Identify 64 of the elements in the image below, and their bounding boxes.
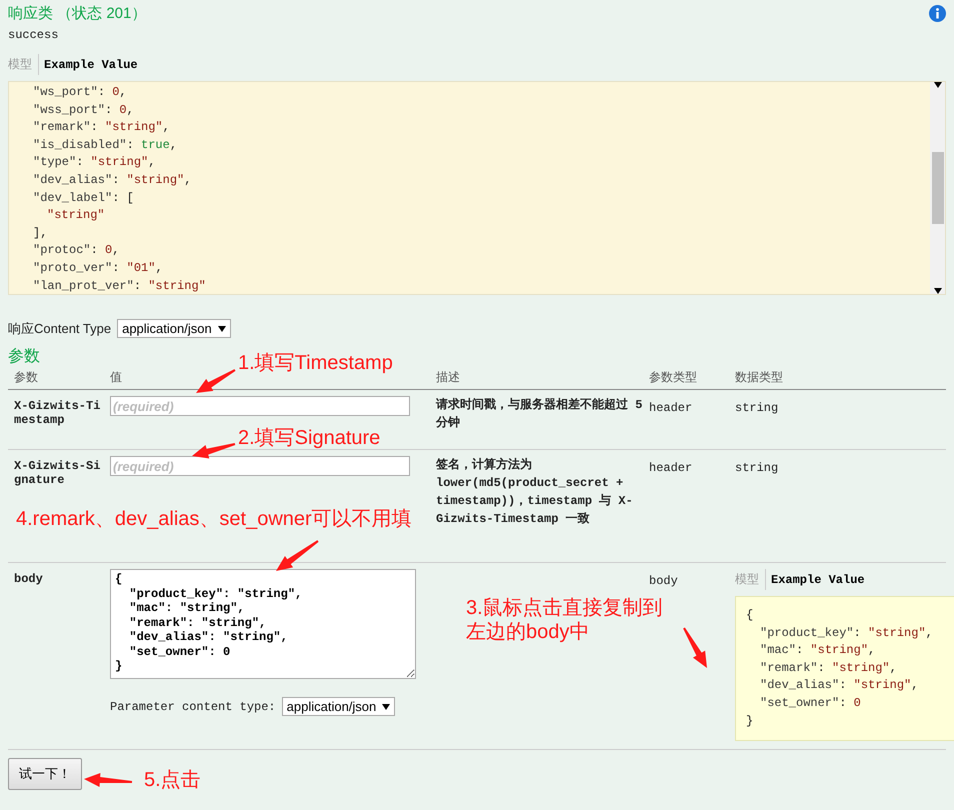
- example-value-box[interactable]: { "product_key": "string", "mac": "string", "remark": "string", "dev_alias": "string", "set_owner": 0 }: [735, 596, 954, 742]
- code-line: "dev_alias": "string",: [759, 677, 920, 694]
- parameter-type: body: [649, 573, 679, 590]
- model-tab[interactable]: Example Value: [771, 570, 871, 588]
- caret-icon: [382, 704, 390, 710]
- callout-arrow: [196, 369, 236, 393]
- code-line: "protoc": 0,: [32, 242, 120, 260]
- code-line: "remark": "string",: [32, 119, 171, 136]
- parameter-content-type-select[interactable]: application/json: [282, 697, 396, 716]
- annotation-text: 2.填写Signature: [238, 426, 380, 450]
- code-line: "mac": "string",: [759, 642, 876, 660]
- column-header: 参数: [14, 369, 38, 386]
- code-line: "wss_port": 0,: [32, 102, 135, 119]
- caret-icon: [218, 326, 226, 332]
- column-header: 值: [110, 369, 122, 386]
- parameter-name: X-Gizwits-Timestamp: [14, 398, 102, 427]
- model-tab[interactable]: Example Value: [44, 56, 144, 74]
- body-textarea[interactable]: { "product_key": "string", "mac": "string", "remark": "string", "dev_alias": "string", "set_owner": 0 }: [110, 569, 416, 679]
- callout-arrow: [683, 628, 707, 668]
- try-button[interactable]: 试一下！: [8, 758, 82, 790]
- parameter-content-type-label: Parameter content type:: [110, 700, 276, 714]
- parameter-name: body: [14, 571, 44, 586]
- code-line: "proto_ver": "01",: [32, 260, 164, 277]
- column-header: 描述: [436, 369, 460, 386]
- data-type: string: [735, 460, 780, 477]
- annotation-text: 3.鼠标点击直接复制到左边的body中: [466, 596, 664, 644]
- code-line: "remark": "string",: [759, 660, 898, 677]
- code-line: "dev_alias": "string",: [32, 172, 192, 189]
- annotation-text: 5.点击: [144, 768, 201, 792]
- parameter-description: 请求时间戳，与服务器相差不能超过 5 分钟: [436, 396, 643, 432]
- callout-arrow: [84, 773, 132, 787]
- column-header: 参数类型: [649, 369, 697, 386]
- caret-icon: [934, 288, 942, 294]
- parameter-input[interactable]: (required): [110, 396, 410, 416]
- parameters-title: 参数: [8, 346, 40, 367]
- annotation-text: 4.remark、dev_alias、set_owner可以不用填: [16, 507, 412, 531]
- column-header: 数据类型: [735, 369, 783, 386]
- response-title: 响应类 （状态 201）: [8, 4, 146, 22]
- data-type: string: [735, 400, 780, 417]
- code-line: "type": "string",: [32, 154, 156, 172]
- code-line: {: [745, 607, 754, 624]
- code-line: }: [745, 712, 754, 730]
- scrollbar[interactable]: [930, 82, 945, 294]
- caret-icon: [934, 82, 942, 88]
- code-line: "lan_prot_ver": "string": [32, 278, 207, 295]
- code-line: "set_owner": 0: [759, 694, 862, 712]
- response-description: success: [8, 28, 60, 42]
- code-line: "dev_label": [: [32, 190, 135, 207]
- code-line: "is_disabled": true,: [32, 136, 178, 154]
- parameter-input[interactable]: (required): [110, 456, 410, 476]
- code-line: "ws_port": 0,: [32, 84, 128, 101]
- parameter-type: header: [649, 460, 694, 477]
- callout-arrow: [276, 540, 319, 571]
- content-type-select[interactable]: application/json: [117, 319, 231, 338]
- parameter-description: 签名，计算方法为 lower(md5(product_secret + timestamp))，timestamp 与 X-Gizwits-Timestamp 一致: [436, 456, 634, 528]
- info-icon[interactable]: [929, 4, 946, 22]
- code-line: "string": [46, 207, 106, 224]
- parameter-type: header: [649, 400, 694, 417]
- callout-arrow: [192, 443, 236, 458]
- parameter-name: X-Gizwits-Signature: [14, 458, 102, 487]
- code-line: ],: [32, 224, 48, 242]
- content-type-label: 响应Content Type: [8, 320, 112, 338]
- annotation-text: 1.填写Timestamp: [238, 351, 393, 375]
- code-line: "product_key": "string",: [759, 624, 934, 642]
